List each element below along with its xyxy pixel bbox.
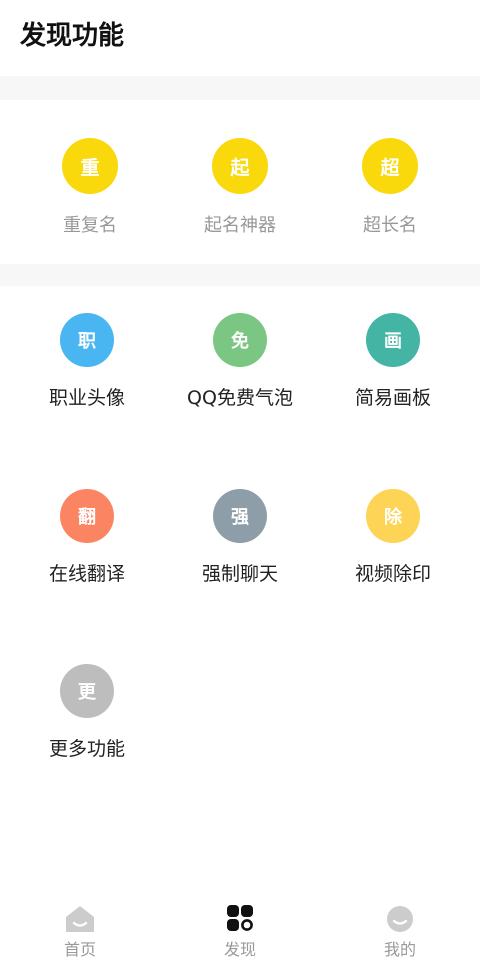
feature-professional-avatar-icon: 职 (60, 313, 114, 367)
feature-online-translate[interactable]: 翻 在线翻译 (7, 489, 167, 589)
feature-name-generator-icon: 起 (212, 138, 268, 194)
feature-more-label: 更多功能 (48, 738, 125, 760)
feature-repeat-name-label: 重复名 (63, 215, 117, 236)
feature-more[interactable]: 更 更多功能 (7, 664, 167, 764)
feature-video-watermark-remove-label: 视频除印 (354, 563, 431, 585)
feature-long-name-icon: 超 (362, 138, 418, 194)
discover-grid-icon (227, 905, 253, 931)
feature-video-watermark-remove[interactable]: 除 视频除印 (313, 489, 473, 589)
feature-name-generator[interactable]: 起 起名神器 (160, 138, 320, 238)
bottom-tab-bar: 首页 发现 我的 (0, 890, 480, 971)
tab-mine-label: 我的 (383, 940, 416, 959)
tab-mine[interactable]: 我的 (320, 890, 480, 971)
section-divider (0, 76, 480, 100)
smiley-profile-icon (387, 906, 413, 932)
feature-professional-avatar[interactable]: 职 职业头像 (7, 313, 167, 413)
feature-simple-drawing-board-icon: 画 (366, 313, 420, 367)
feature-qq-free-bubble-label: QQ免费气泡 (187, 387, 293, 409)
feature-force-chat[interactable]: 强 强制聊天 (160, 489, 320, 589)
feature-online-translate-icon: 翻 (60, 489, 114, 543)
feature-video-watermark-remove-icon: 除 (366, 489, 420, 543)
feature-qq-free-bubble[interactable]: 免 QQ免费气泡 (160, 313, 320, 413)
feature-repeat-name[interactable]: 重 重复名 (10, 138, 170, 238)
home-icon (66, 906, 94, 932)
tab-discover-label: 发现 (223, 940, 256, 959)
feature-force-chat-icon: 强 (213, 489, 267, 543)
tab-discover[interactable]: 发现 (160, 890, 320, 971)
feature-simple-drawing-board[interactable]: 画 简易画板 (313, 313, 473, 413)
feature-professional-avatar-label: 职业头像 (48, 387, 125, 409)
page-title: 发现功能 (20, 21, 125, 51)
feature-force-chat-label: 强制聊天 (201, 563, 278, 585)
feature-long-name-label: 超长名 (363, 215, 417, 236)
feature-name-generator-label: 起名神器 (204, 215, 276, 236)
section-divider (0, 264, 480, 286)
feature-online-translate-label: 在线翻译 (48, 563, 125, 585)
feature-qq-free-bubble-icon: 免 (213, 313, 267, 367)
tab-home[interactable]: 首页 (0, 890, 160, 971)
feature-repeat-name-icon: 重 (62, 138, 118, 194)
tab-home-label: 首页 (63, 940, 96, 959)
feature-more-icon: 更 (60, 664, 114, 718)
feature-simple-drawing-board-label: 简易画板 (354, 387, 431, 409)
feature-long-name[interactable]: 超 超长名 (310, 138, 470, 238)
